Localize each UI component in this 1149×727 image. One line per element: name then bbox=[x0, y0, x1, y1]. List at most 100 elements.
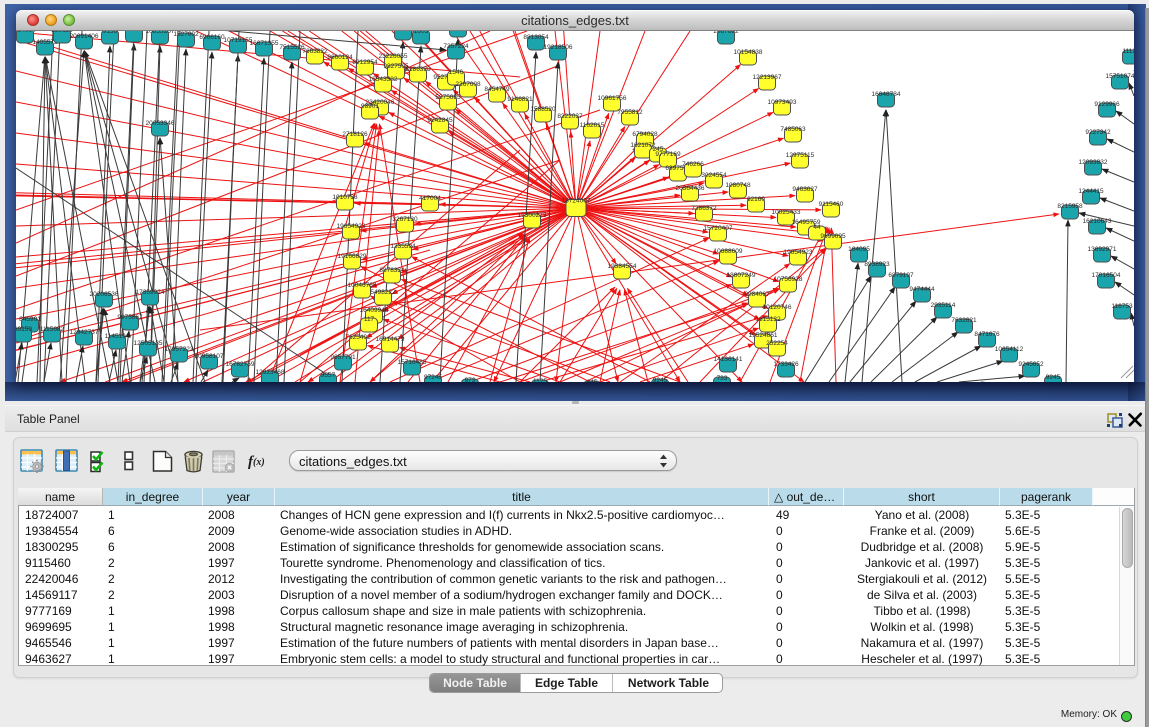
svg-text:23226055: 23226055 bbox=[379, 53, 408, 60]
svg-text:44: 44 bbox=[813, 224, 821, 231]
svg-text:1080748: 1080748 bbox=[725, 182, 751, 189]
svg-text:8471676: 8471676 bbox=[974, 331, 1000, 338]
svg-text:9463627: 9463627 bbox=[792, 186, 818, 193]
svg-text:9242845: 9242845 bbox=[427, 117, 453, 124]
svg-text:17359924: 17359924 bbox=[136, 289, 165, 296]
svg-text:7485063: 7485063 bbox=[780, 126, 806, 133]
svg-text:20364436: 20364436 bbox=[676, 185, 705, 192]
svg-text:16543382: 16543382 bbox=[369, 76, 398, 83]
svg-text:16671355: 16671355 bbox=[250, 40, 279, 47]
svg-text:10958107: 10958107 bbox=[195, 353, 224, 360]
svg-text:8454749: 8454749 bbox=[484, 86, 510, 93]
svg-text:16782759: 16782759 bbox=[226, 361, 255, 368]
svg-text:2718126: 2718126 bbox=[342, 131, 368, 138]
svg-text:18724007: 18724007 bbox=[562, 198, 591, 205]
svg-text:15751074: 15751074 bbox=[1106, 73, 1134, 80]
svg-text:9245: 9245 bbox=[653, 377, 668, 382]
svg-text:7632621: 7632621 bbox=[951, 317, 977, 324]
svg-text:973: 973 bbox=[465, 377, 476, 382]
svg-text:20691406: 20691406 bbox=[70, 33, 99, 40]
svg-text:8186328: 8186328 bbox=[405, 66, 431, 73]
svg-text:15720407: 15720407 bbox=[704, 225, 733, 232]
svg-text:11123: 11123 bbox=[1122, 48, 1134, 55]
svg-text:12213967: 12213967 bbox=[753, 74, 782, 81]
svg-text:16210643: 16210643 bbox=[1083, 218, 1112, 225]
svg-text:10756928: 10756928 bbox=[774, 276, 803, 283]
svg-text:12093832: 12093832 bbox=[1079, 159, 1108, 166]
svg-text:16409948: 16409948 bbox=[360, 307, 389, 314]
svg-text:1125: 1125 bbox=[533, 378, 547, 382]
svg-text:9245652: 9245652 bbox=[1018, 361, 1044, 368]
svg-text:2087682: 2087682 bbox=[713, 31, 739, 35]
svg-text:9657791: 9657791 bbox=[330, 354, 356, 361]
svg-text:9136: 9136 bbox=[103, 31, 118, 35]
svg-text:1010738: 1010738 bbox=[332, 194, 358, 201]
svg-text:3267130: 3267130 bbox=[392, 216, 418, 223]
svg-text:(x): (x) bbox=[253, 457, 265, 468]
svg-text:8215958: 8215958 bbox=[1057, 203, 1083, 210]
svg-text:12505135: 12505135 bbox=[134, 340, 163, 347]
svg-text:1115682: 1115682 bbox=[40, 326, 65, 333]
svg-text:8912954: 8912954 bbox=[352, 59, 378, 66]
svg-text:17016504: 17016504 bbox=[1092, 272, 1121, 279]
svg-text:7357224: 7357224 bbox=[443, 43, 469, 50]
svg-text:7515526: 7515526 bbox=[279, 44, 305, 51]
svg-text:62160: 62160 bbox=[747, 196, 765, 203]
svg-text:18807249: 18807249 bbox=[727, 272, 756, 279]
svg-text:1588520: 1588520 bbox=[530, 106, 556, 113]
svg-text:1603: 1603 bbox=[414, 31, 429, 35]
svg-text:3024554: 3024554 bbox=[701, 172, 727, 179]
svg-text:9699695: 9699695 bbox=[820, 233, 846, 240]
svg-text:7386372: 7386372 bbox=[691, 205, 717, 212]
svg-text:1335594: 1335594 bbox=[390, 243, 416, 250]
svg-text:39159: 39159 bbox=[16, 326, 32, 333]
svg-text:9474444: 9474444 bbox=[909, 286, 935, 293]
svg-text:7625402: 7625402 bbox=[345, 334, 371, 341]
svg-text:1162615: 1162615 bbox=[580, 122, 605, 129]
svg-text:19384554: 19384554 bbox=[608, 263, 637, 270]
svg-text:9660124: 9660124 bbox=[327, 54, 353, 61]
svg-text:14136141: 14136141 bbox=[714, 356, 743, 363]
svg-text:19654923: 19654923 bbox=[337, 223, 366, 230]
svg-text:1145194: 1145194 bbox=[105, 333, 130, 340]
svg-text:252254: 252254 bbox=[766, 340, 788, 347]
svg-text:8813054: 8813054 bbox=[523, 34, 549, 41]
svg-text:6966160: 6966160 bbox=[199, 34, 225, 41]
svg-text:10853267: 10853267 bbox=[146, 31, 175, 35]
svg-text:9557: 9557 bbox=[321, 372, 336, 379]
svg-text:6879197: 6879197 bbox=[888, 272, 914, 279]
svg-text:2530: 2530 bbox=[127, 31, 142, 33]
svg-text:9129966: 9129966 bbox=[1094, 101, 1120, 108]
svg-text:9227342: 9227342 bbox=[1085, 129, 1111, 136]
svg-text:9245: 9245 bbox=[1046, 374, 1061, 381]
svg-text:16914479: 16914479 bbox=[376, 336, 405, 343]
svg-text:845: 845 bbox=[587, 379, 598, 382]
svg-text:5875685: 5875685 bbox=[435, 94, 461, 101]
svg-text:1244415: 1244415 bbox=[1078, 188, 1104, 195]
svg-text:2367608: 2367608 bbox=[455, 81, 481, 88]
svg-text:19218506: 19218506 bbox=[544, 44, 573, 51]
svg-text:1733426: 1733426 bbox=[773, 361, 799, 368]
svg-text:10961756: 10961756 bbox=[598, 95, 627, 102]
svg-text:8878334: 8878334 bbox=[379, 267, 405, 274]
svg-text:7663822: 7663822 bbox=[302, 48, 328, 55]
svg-text:9146821: 9146821 bbox=[507, 96, 533, 103]
svg-text:116753: 116753 bbox=[1111, 303, 1133, 310]
svg-text:17957223: 17957223 bbox=[165, 346, 194, 353]
svg-text:9115460: 9115460 bbox=[819, 201, 844, 208]
svg-text:98901: 98901 bbox=[361, 103, 379, 110]
svg-text:733: 733 bbox=[717, 375, 728, 382]
svg-text:19654923: 19654923 bbox=[784, 249, 813, 256]
svg-text:8322037: 8322037 bbox=[557, 113, 583, 120]
svg-text:10025433: 10025433 bbox=[772, 209, 801, 216]
svg-text:746266: 746266 bbox=[682, 161, 704, 168]
svg-text:13692971: 13692971 bbox=[1088, 246, 1117, 253]
svg-text:12942737: 12942737 bbox=[70, 329, 99, 336]
svg-text:6794028: 6794028 bbox=[632, 131, 658, 138]
svg-text:10154838: 10154838 bbox=[734, 49, 763, 56]
svg-text:12923468: 12923468 bbox=[256, 369, 285, 376]
svg-text:164095: 164095 bbox=[848, 246, 870, 253]
svg-text:15300273: 15300273 bbox=[518, 212, 547, 219]
svg-text:7955812: 7955812 bbox=[617, 109, 643, 116]
svg-text:117: 117 bbox=[364, 316, 375, 323]
